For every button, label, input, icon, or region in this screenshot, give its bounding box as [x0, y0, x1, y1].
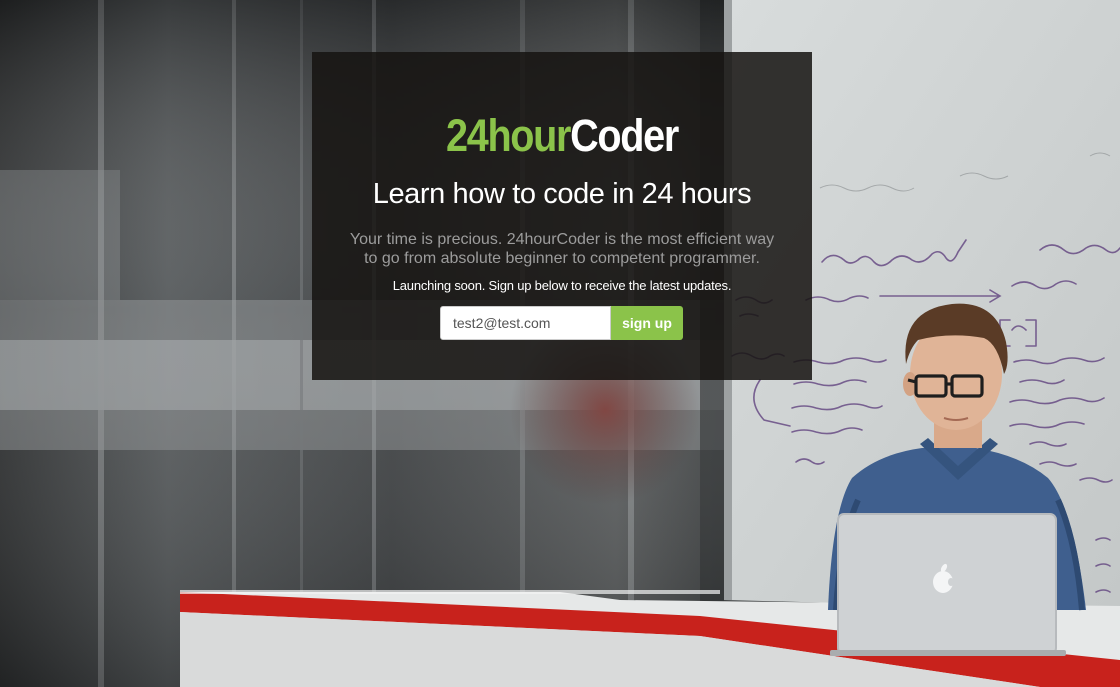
- signup-form: sign up: [440, 306, 683, 340]
- logo-text-main: Coder: [570, 110, 679, 161]
- logo-text-accent: 24hour: [446, 110, 571, 161]
- sign-up-button[interactable]: sign up: [611, 306, 683, 340]
- hero-headline: Learn how to code in 24 hours: [372, 178, 752, 210]
- email-input[interactable]: [440, 306, 611, 340]
- launch-note: Launching soon. Sign up below to receive…: [392, 278, 732, 293]
- hero-panel: 24hourCoder Learn how to code in 24 hour…: [312, 52, 812, 380]
- hero-description: Your time is precious. 24hourCoder is th…: [349, 231, 775, 267]
- brand-logo[interactable]: 24hourCoder: [342, 108, 782, 164]
- landing-page: 24hourCoder Learn how to code in 24 hour…: [0, 0, 1120, 687]
